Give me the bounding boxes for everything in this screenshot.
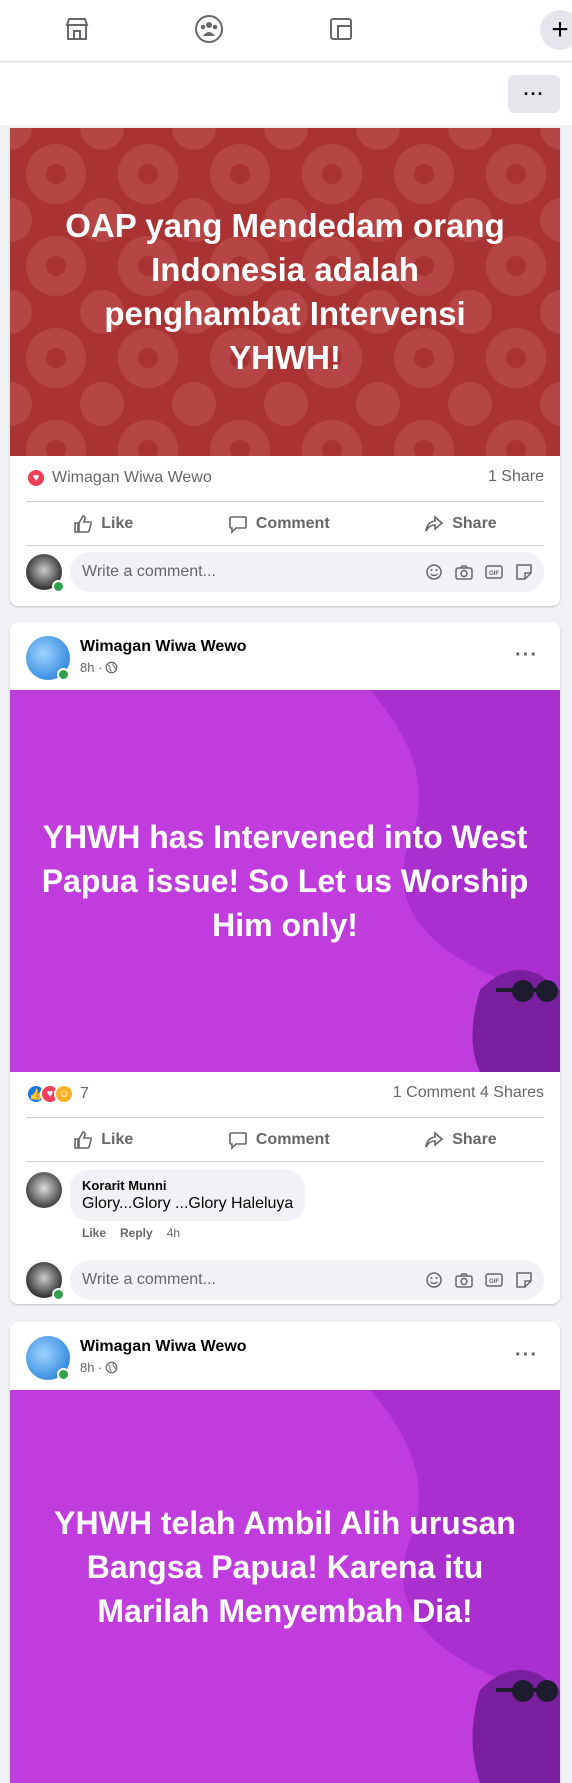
marketplace-icon[interactable]	[60, 12, 94, 46]
gif-icon[interactable]: GIF	[484, 1270, 504, 1290]
avatar[interactable]	[26, 1172, 62, 1208]
comment-reply-link[interactable]: Reply	[120, 1226, 153, 1240]
comment-text: Glory...Glory ...Glory Haleluya	[82, 1195, 294, 1212]
share-icon	[425, 1130, 444, 1147]
post-header: Wimagan Wiwa Wewo 8h · ···	[10, 622, 560, 690]
sticker-icon[interactable]	[514, 562, 534, 582]
comment-actions: Like Reply 4h	[82, 1226, 180, 1240]
comment-button[interactable]: Comment	[228, 514, 330, 534]
comment-composer: Write a comment... GIF	[10, 546, 560, 602]
comment-input[interactable]: Write a comment... GIF	[70, 1260, 544, 1300]
post-author[interactable]: Wimagan Wiwa Wewo	[80, 638, 247, 656]
comments-count[interactable]: 1 Comment	[393, 1084, 476, 1101]
love-reaction-icon[interactable]: ♥	[26, 468, 46, 488]
post-banner: YHWH telah Ambil Alih urusan Bangsa Papu…	[10, 1390, 560, 1783]
post-actions: Like Comment Share	[26, 502, 544, 546]
comment-input[interactable]: Write a comment... GIF	[70, 552, 544, 592]
like-label: Like	[101, 1130, 134, 1148]
post-options-button[interactable]: ···	[515, 644, 538, 667]
thumbs-up-icon	[74, 1130, 93, 1149]
more-options-button[interactable]: ···	[508, 75, 560, 113]
comment-icon	[229, 1131, 247, 1150]
comment-label: Comment	[255, 514, 330, 532]
like-button[interactable]: Like	[73, 1130, 133, 1150]
reactions-summary: ♥ Wimagan Wiwa Wewo 1 Share	[26, 456, 544, 502]
share-label: Share	[452, 514, 497, 532]
page-toolbar: ···	[0, 63, 572, 125]
banner-text: YHWH telah Ambil Alih urusan Bangsa Papu…	[54, 1504, 516, 1629]
comment-author[interactable]: Korarit Munni	[82, 1178, 293, 1193]
svg-text:GIF: GIF	[489, 571, 499, 577]
post-header: Wimagan Wiwa Wewo 8h · ···	[10, 1322, 560, 1390]
post-banner: YHWH has Intervened into West Papua issu…	[10, 690, 560, 1072]
comment-composer: Write a comment... GIF	[10, 1254, 560, 1304]
camera-icon[interactable]	[454, 1270, 474, 1290]
post-time[interactable]: 8h ·	[80, 660, 102, 675]
like-label: Like	[101, 514, 134, 532]
online-status-icon	[57, 1368, 70, 1381]
comment-label: Comment	[255, 1130, 330, 1148]
post-card-2: Wimagan Wiwa Wewo 8h · ··· YHWH has Inte…	[10, 622, 560, 1304]
care-reaction-icon[interactable]: ☺	[54, 1084, 74, 1104]
camera-icon[interactable]	[454, 562, 474, 582]
feeds-icon[interactable]	[324, 12, 358, 46]
like-button[interactable]: Like	[73, 514, 133, 534]
groups-icon[interactable]	[192, 12, 226, 46]
post-card-3: Wimagan Wiwa Wewo 8h · ··· YHWH telah Am…	[10, 1322, 560, 1783]
post-time[interactable]: 8h ·	[80, 1360, 102, 1375]
post-card-1: OAP yang Mendedam orang Indonesia adalah…	[10, 128, 560, 606]
comment-placeholder: Write a comment...	[82, 563, 216, 580]
create-button[interactable]: +	[540, 10, 572, 50]
comment-time[interactable]: 4h	[167, 1226, 180, 1240]
post-author[interactable]: Wimagan Wiwa Wewo	[80, 1338, 247, 1356]
comment-icon	[229, 515, 247, 534]
sticker-icon[interactable]	[514, 1270, 534, 1290]
shares-count[interactable]: 4 Shares	[480, 1084, 544, 1101]
share-button[interactable]: Share	[424, 514, 497, 534]
comment-like-link[interactable]: Like	[82, 1226, 106, 1240]
comment-button[interactable]: Comment	[228, 1130, 330, 1150]
svg-text:GIF: GIF	[489, 1279, 499, 1285]
top-nav: +	[0, 0, 572, 62]
post-banner: OAP yang Mendedam orang Indonesia adalah…	[10, 128, 560, 456]
emoji-icon[interactable]	[424, 1270, 444, 1290]
comment-thread: Korarit Munni Glory...Glory ...Glory Hal…	[10, 1162, 560, 1254]
banner-text: YHWH has Intervened into West Papua issu…	[41, 819, 529, 943]
online-status-icon	[52, 580, 65, 593]
comment-placeholder: Write a comment...	[82, 1271, 216, 1288]
post-actions: Like Comment Share	[26, 1118, 544, 1162]
thumbs-up-icon	[74, 514, 93, 533]
online-status-icon	[52, 1288, 65, 1301]
gif-icon[interactable]: GIF	[484, 562, 504, 582]
post-meta: 8h ·	[80, 1360, 118, 1375]
post-options-button[interactable]: ···	[515, 1344, 538, 1367]
online-status-icon	[57, 668, 70, 681]
share-icon	[425, 514, 444, 531]
share-button[interactable]: Share	[424, 1130, 497, 1150]
comment-bubble: Korarit Munni Glory...Glory ...Glory Hal…	[70, 1170, 306, 1221]
post-meta: 8h ·	[80, 660, 118, 675]
reaction-count[interactable]: 7	[80, 1085, 89, 1103]
share-label: Share	[452, 1130, 497, 1148]
banner-text: OAP yang Mendedam orang Indonesia adalah…	[65, 207, 505, 376]
globe-icon	[106, 1361, 118, 1374]
globe-icon	[106, 661, 118, 674]
shares-count[interactable]: 1 Share	[488, 468, 544, 486]
emoji-icon[interactable]	[424, 562, 444, 582]
reactor-name[interactable]: Wimagan Wiwa Wewo	[52, 469, 212, 487]
reactions-summary: 👍 ♥ ☺ 7 1 Comment 4 Shares	[26, 1072, 544, 1118]
